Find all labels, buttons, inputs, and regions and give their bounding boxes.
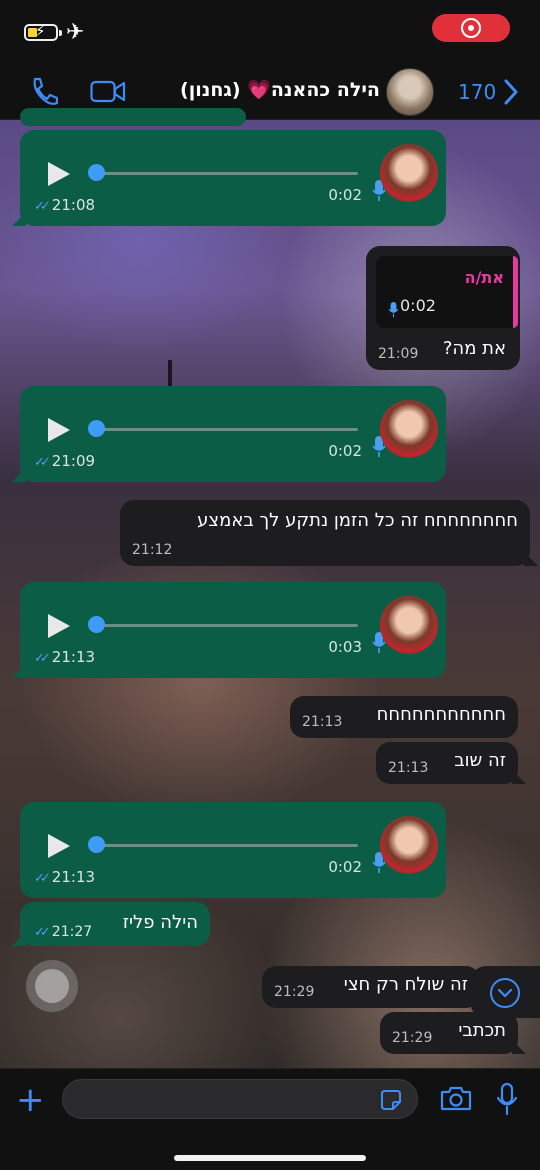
- scroll-to-bottom-button[interactable]: [470, 966, 540, 1018]
- message-meta: ✓✓ 21:27: [34, 924, 92, 940]
- message-input[interactable]: [62, 1079, 418, 1119]
- sender-avatar: [380, 144, 438, 202]
- read-ticks-icon: ✓✓: [34, 199, 51, 214]
- phone-icon[interactable]: [30, 76, 58, 106]
- voice-progress-knob[interactable]: [88, 164, 105, 181]
- quoted-author: את/ה: [464, 268, 504, 287]
- message-time: 21:13: [302, 714, 343, 730]
- sticker-icon[interactable]: [379, 1088, 403, 1112]
- message-time: 21:08: [51, 196, 96, 214]
- text-message[interactable]: זה שוב 21:13: [376, 742, 526, 784]
- message-time: 21:09: [51, 452, 96, 470]
- screen-recording-indicator[interactable]: [432, 14, 510, 42]
- voice-progress-track[interactable]: [96, 624, 358, 627]
- message-text: זה שוב: [454, 750, 506, 771]
- message-partial: [20, 108, 246, 126]
- contact-avatar[interactable]: [386, 68, 434, 116]
- voice-progress-knob[interactable]: [88, 616, 105, 633]
- voice-message[interactable]: 0:02 ✓✓ 21:09: [12, 386, 446, 482]
- message-time: 21:29: [274, 984, 315, 1000]
- battery-icon: ⚡: [24, 22, 62, 41]
- play-icon[interactable]: [48, 614, 70, 638]
- message-text: זה שולח רק חצי: [343, 974, 468, 995]
- voice-duration: 0:02: [328, 186, 362, 204]
- message-time: 21:12: [132, 542, 173, 558]
- microphone-icon[interactable]: [496, 1083, 518, 1115]
- sender-avatar: [380, 816, 438, 874]
- message-time: 21:27: [51, 924, 93, 940]
- message-text: הילה פליז: [122, 912, 198, 933]
- voice-progress-track[interactable]: [96, 172, 358, 175]
- text-message[interactable]: חחחחחחחחחחח 21:13: [290, 696, 518, 738]
- read-ticks-icon: ✓✓: [34, 651, 51, 666]
- voice-message[interactable]: 0:03 ✓✓ 21:13: [12, 582, 446, 678]
- play-icon[interactable]: [48, 418, 70, 442]
- sender-avatar: [380, 596, 438, 654]
- read-ticks-icon: ✓✓: [34, 455, 51, 470]
- input-bar: +: [0, 1068, 540, 1170]
- voice-progress-track[interactable]: [96, 844, 358, 847]
- message-time: 21:29: [392, 1030, 433, 1046]
- text-message[interactable]: זה שולח רק חצי 21:29: [262, 966, 480, 1008]
- message-meta: ✓✓ 21:08: [34, 196, 95, 214]
- voice-message[interactable]: 0:02 ✓✓ 21:13: [20, 802, 446, 898]
- sender-avatar: [380, 400, 438, 458]
- message-time: 21:09: [378, 346, 419, 362]
- message-time: 21:13: [388, 760, 429, 776]
- message-text: תכתבי: [458, 1020, 506, 1041]
- microphone-icon: [388, 302, 399, 318]
- message-time: 21:13: [51, 868, 96, 886]
- voice-progress-knob[interactable]: [88, 836, 105, 853]
- voice-progress-knob[interactable]: [88, 420, 105, 437]
- message-meta: ✓✓ 21:13: [34, 648, 95, 666]
- plus-icon[interactable]: +: [16, 1083, 45, 1117]
- quoted-message[interactable]: את/ה 0:02: [376, 256, 518, 328]
- quoted-duration: 0:02: [400, 296, 436, 315]
- voice-duration: 0:03: [328, 638, 362, 656]
- play-icon[interactable]: [48, 834, 70, 858]
- message-time: 21:13: [51, 648, 96, 666]
- home-indicator: [174, 1155, 366, 1161]
- text-message[interactable]: ✓✓ 21:27 הילה פליז: [12, 902, 210, 946]
- play-icon[interactable]: [48, 162, 70, 186]
- message-meta: ✓✓ 21:09: [34, 452, 95, 470]
- reply-message[interactable]: את/ה 0:02 את מה? 21:09: [366, 246, 520, 370]
- status-bar: ⚡ ✈: [0, 0, 540, 62]
- voice-duration: 0:02: [328, 442, 362, 460]
- read-ticks-icon: ✓✓: [34, 871, 51, 886]
- contact-name[interactable]: הילה כהאנה💗 (גחנון): [180, 78, 380, 101]
- assistive-touch-button[interactable]: [26, 960, 78, 1012]
- message-meta: ✓✓ 21:13: [34, 868, 95, 886]
- text-message[interactable]: תכתבי 21:29: [380, 1012, 526, 1054]
- voice-message[interactable]: 0:02 ✓✓ 21:08: [12, 130, 446, 226]
- video-icon[interactable]: [90, 80, 126, 104]
- airplane-mode-icon: ✈: [66, 20, 85, 45]
- unread-count[interactable]: 170: [458, 80, 496, 104]
- chevron-right-icon[interactable]: [502, 78, 520, 106]
- voice-duration: 0:02: [328, 858, 362, 876]
- voice-progress-track[interactable]: [96, 428, 358, 431]
- read-ticks-icon: ✓✓: [34, 925, 51, 940]
- camera-icon[interactable]: [440, 1085, 472, 1111]
- message-text: חחחחחחחחחחח: [376, 704, 506, 725]
- message-text: חחחחחחחח זה כל הזמן נתקע לך באמצע: [197, 510, 518, 531]
- text-message[interactable]: חחחחחחחח זה כל הזמן נתקע לך באמצע 21:12: [120, 500, 538, 566]
- chevron-down-icon: [497, 988, 513, 998]
- message-text: את מה?: [442, 338, 506, 359]
